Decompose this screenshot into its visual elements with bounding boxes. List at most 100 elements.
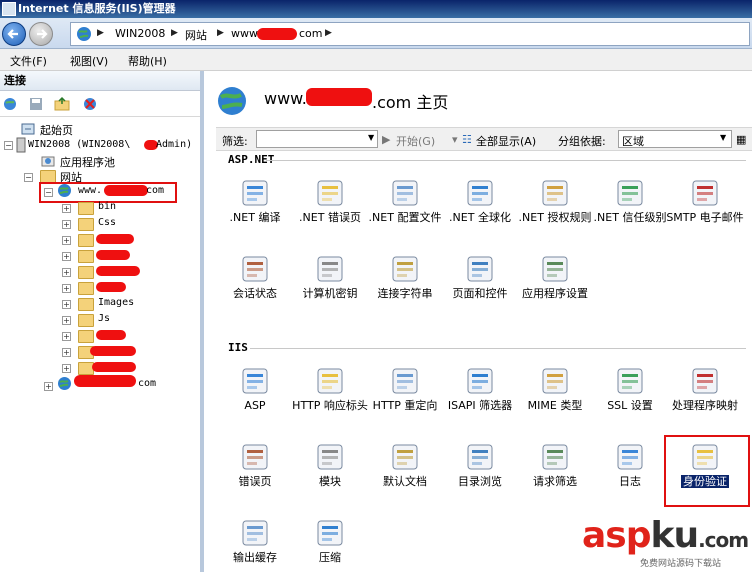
tree-folder-bin[interactable]: bin — [98, 201, 116, 212]
feature-tile-aspnet-3[interactable]: .NET 全球化 — [445, 177, 515, 247]
redaction-mark — [306, 88, 372, 106]
expand-icon[interactable]: + — [62, 236, 71, 245]
feature-tile-iis-2[interactable]: HTTP 重定向 — [370, 365, 440, 435]
collapse-icon[interactable]: − — [4, 141, 13, 150]
feature-tile-label: ISAPI 筛选器 — [447, 399, 513, 412]
start-button[interactable]: 开始(G) — [396, 133, 435, 149]
tree-server[interactable]: WIN2008 (WIN2008\ — [28, 139, 130, 150]
feature-tile-aspnet-9[interactable]: 连接字符串 — [370, 253, 440, 323]
view-icon[interactable]: ▦ — [736, 133, 746, 146]
menu-bar: 文件(F) 视图(V) 帮助(H) — [0, 49, 752, 71]
error-page-icon — [242, 444, 268, 470]
feature-tile-aspnet-11[interactable]: 应用程序设置 — [520, 253, 590, 323]
save-icon[interactable] — [28, 96, 44, 112]
collapse-icon[interactable]: − — [24, 173, 33, 182]
email-icon — [692, 180, 718, 206]
folder-icon — [78, 266, 94, 279]
dropdown-arrow-icon[interactable]: ▼ — [368, 133, 374, 142]
tree-site2-suffix[interactable]: com — [138, 378, 156, 389]
navigation-bar: ▶ WIN2008 ▶ 网站 ▶ www. com ▶ — [0, 18, 752, 49]
expand-icon[interactable]: + — [62, 316, 71, 325]
chevron-right-icon: ▶ — [325, 28, 332, 38]
feature-tile-iis-3[interactable]: ISAPI 筛选器 — [445, 365, 515, 435]
feature-tile-iis-12[interactable]: 日志 — [595, 441, 665, 511]
filter-label: 筛选: — [222, 135, 248, 148]
feature-tile-iis-14[interactable]: 输出缓存 — [220, 517, 290, 587]
expand-icon[interactable]: + — [62, 268, 71, 277]
connect-icon[interactable] — [2, 96, 18, 112]
feature-tile-iis-15[interactable]: 压缩 — [295, 517, 365, 587]
feature-tile-aspnet-1[interactable]: .NET 错误页 — [295, 177, 365, 247]
feature-tile-iis-6[interactable]: 处理程序映射 — [670, 365, 740, 435]
expand-icon[interactable]: + — [62, 252, 71, 261]
expand-icon[interactable]: + — [62, 284, 71, 293]
tree-folder-images[interactable]: Images — [98, 297, 134, 308]
show-all-button[interactable]: 全部显示(A) — [476, 133, 536, 149]
feature-tile-aspnet-6[interactable]: SMTP 电子邮件 — [666, 177, 744, 247]
menu-help[interactable]: 帮助(H) — [128, 53, 167, 69]
feature-tile-iis-8[interactable]: 模块 — [295, 441, 365, 511]
section-divider — [266, 160, 746, 161]
filter-input[interactable] — [256, 130, 378, 148]
globe-icon — [218, 87, 246, 115]
folder-icon — [78, 330, 94, 343]
feature-tile-iis-10[interactable]: 目录浏览 — [445, 441, 515, 511]
feature-tile-iis-7[interactable]: 错误页 — [220, 441, 290, 511]
tree-start-page[interactable]: 起始页 — [40, 122, 73, 138]
config-file-icon — [392, 180, 418, 206]
ssl-lock-icon — [617, 368, 643, 394]
session-state-icon — [242, 256, 268, 282]
feature-tile-aspnet-4[interactable]: .NET 授权规则 — [519, 177, 591, 247]
show-all-icon: ☷ — [462, 133, 472, 146]
expand-icon[interactable]: + — [62, 300, 71, 309]
connections-pane: 连接 起始页 − WIN2008 (WIN2008\ Admin) 应用程序池 … — [0, 71, 204, 572]
tree-folder-js[interactable]: Js — [98, 313, 110, 324]
back-button[interactable] — [2, 22, 26, 46]
tree-app-pool[interactable]: 应用程序池 — [60, 154, 115, 170]
feature-tile-label: .NET 授权规则 — [518, 211, 592, 224]
feature-tile-label: HTTP 响应标头 — [292, 399, 368, 412]
feature-tile-iis-0[interactable]: ASP — [220, 365, 290, 435]
collapse-icon[interactable]: − — [44, 188, 53, 197]
expand-icon[interactable]: + — [62, 348, 71, 357]
folder-icon — [78, 250, 94, 263]
feature-tile-aspnet-5[interactable]: .NET 信任级别 — [594, 177, 666, 247]
feature-tile-iis-1[interactable]: HTTP 响应标头 — [292, 365, 368, 435]
feature-tile-aspnet-0[interactable]: .NET 编译 — [220, 177, 290, 247]
request-filter-icon — [542, 444, 568, 470]
dropdown-arrow-icon[interactable]: ▼ — [720, 133, 726, 142]
feature-tile-label: 默认文档 — [383, 475, 427, 488]
menu-view[interactable]: 视图(V) — [70, 53, 108, 69]
feature-tile-label: 目录浏览 — [458, 475, 502, 488]
connections-toolbar — [0, 92, 200, 117]
folder-up-icon[interactable] — [54, 96, 70, 112]
feature-tile-aspnet-7[interactable]: 会话状态 — [220, 253, 290, 323]
globe-icon — [467, 180, 493, 206]
menu-file[interactable]: 文件(F) — [10, 53, 47, 69]
disconnect-icon[interactable] — [82, 96, 98, 112]
feature-tile-aspnet-8[interactable]: 计算机密钥 — [295, 253, 365, 323]
feature-tile-aspnet-10[interactable]: 页面和控件 — [445, 253, 515, 323]
tree-folder-css[interactable]: Css — [98, 217, 116, 228]
breadcrumb-sites[interactable]: 网站 — [185, 27, 207, 43]
expand-icon[interactable]: + — [62, 220, 71, 229]
breadcrumb-site-suffix[interactable]: com — [299, 27, 323, 40]
feature-tile-label: 应用程序设置 — [522, 287, 588, 300]
feature-tile-iis-5[interactable]: SSL 设置 — [595, 365, 665, 435]
forward-button[interactable] — [29, 22, 53, 46]
expand-icon[interactable]: + — [44, 382, 53, 391]
section-divider — [250, 348, 746, 349]
feature-tile-iis-9[interactable]: 默认文档 — [370, 441, 440, 511]
expand-icon[interactable]: + — [62, 364, 71, 373]
tree-site1-prefix[interactable]: www. — [78, 185, 102, 196]
expand-icon[interactable]: + — [62, 332, 71, 341]
redaction-mark — [96, 266, 140, 276]
feature-tile-aspnet-2[interactable]: .NET 配置文件 — [369, 177, 441, 247]
address-bar[interactable]: ▶ WIN2008 ▶ 网站 ▶ www. com ▶ — [70, 22, 750, 46]
machine-key-icon — [317, 256, 343, 282]
feature-tile-iis-4[interactable]: MIME 类型 — [520, 365, 590, 435]
expand-icon[interactable]: + — [62, 204, 71, 213]
feature-tile-iis-11[interactable]: 请求筛选 — [520, 441, 590, 511]
server-icon — [16, 137, 26, 153]
breadcrumb-server[interactable]: WIN2008 — [115, 27, 165, 40]
